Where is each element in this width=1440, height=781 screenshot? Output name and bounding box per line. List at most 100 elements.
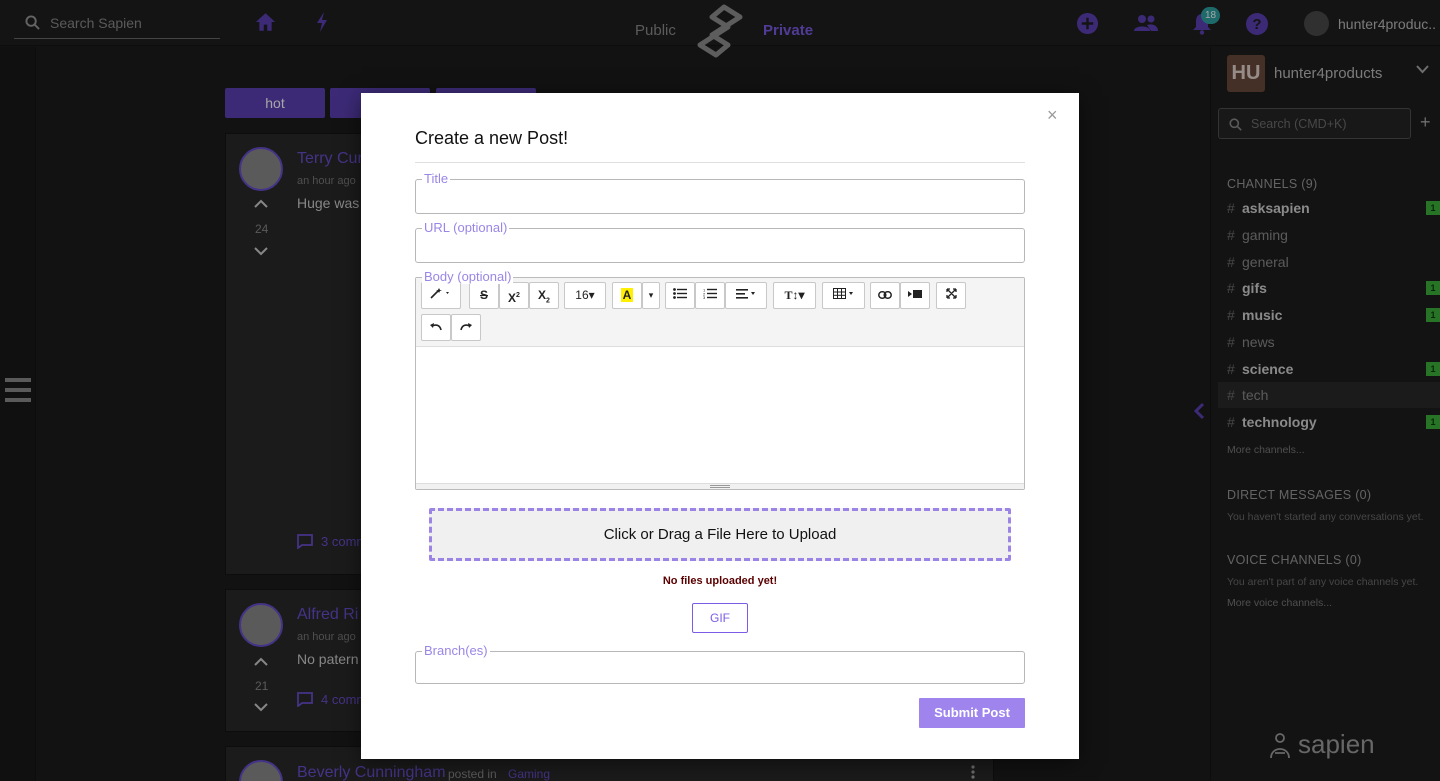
url-field[interactable]: URL (optional): [415, 220, 1025, 263]
sidebar-channel-music[interactable]: # music 1: [1218, 302, 1440, 328]
upvote-icon[interactable]: [254, 656, 268, 666]
magic-format-button[interactable]: [421, 282, 461, 309]
magic-wand-icon: [430, 288, 449, 299]
post-author[interactable]: Alfred Ri: [297, 606, 358, 624]
body-editor[interactable]: S X2 X2 16▾ A ▾ 123 T↕▾ Body (optional): [415, 269, 1025, 490]
title-input[interactable]: [422, 184, 1016, 210]
hash-icon: #: [1227, 253, 1235, 270]
url-input[interactable]: [422, 233, 1016, 259]
channel-label: general: [1242, 253, 1289, 270]
bullet-list-button[interactable]: [665, 282, 695, 309]
branches-input[interactable]: [422, 656, 1016, 682]
subscript-button[interactable]: X2: [529, 282, 559, 309]
numbered-list-icon: 123: [703, 288, 717, 300]
sidebar-channel-news[interactable]: # news: [1218, 329, 1440, 355]
team-avatar[interactable]: HU: [1227, 55, 1265, 92]
sidebar-channel-asksapien[interactable]: # asksapien 1: [1218, 195, 1440, 221]
more-channels-link[interactable]: More channels...: [1227, 444, 1305, 456]
team-name[interactable]: hunter4products: [1274, 65, 1382, 82]
notification-badge: 18: [1201, 7, 1220, 24]
brand-name: sapien: [1298, 729, 1375, 759]
add-circle-icon[interactable]: [1076, 12, 1099, 35]
channel-label: science: [1242, 360, 1294, 377]
hash-icon: #: [1227, 333, 1235, 350]
lightning-icon[interactable]: [315, 11, 329, 33]
create-post-modal: Create a new Post! × Title URL (optional…: [361, 93, 1079, 759]
global-search-input[interactable]: Search Sapien: [14, 8, 220, 39]
voice-channels-header: VOICE CHANNELS (0): [1227, 553, 1362, 567]
body-label: Body (optional): [422, 269, 514, 284]
font-size-select[interactable]: 16▾: [564, 282, 606, 309]
downvote-icon[interactable]: [254, 703, 268, 713]
title-field[interactable]: Title: [415, 171, 1025, 214]
upvote-icon[interactable]: [254, 198, 268, 208]
resize-handle[interactable]: [416, 483, 1024, 489]
numbered-list-button[interactable]: 123: [695, 282, 725, 309]
strikethrough-button[interactable]: S: [469, 282, 499, 309]
sidebar-channel-technology[interactable]: # technology 1: [1218, 409, 1440, 435]
highlight-color-dropdown[interactable]: ▾: [642, 282, 660, 309]
fullscreen-icon: [945, 288, 957, 299]
channel-label: music: [1242, 307, 1283, 323]
add-channel-icon[interactable]: +: [1420, 112, 1431, 133]
tab-public[interactable]: Public: [635, 22, 676, 39]
file-upload-dropzone[interactable]: Click or Drag a File Here to Upload: [429, 508, 1011, 561]
link-button[interactable]: [870, 282, 900, 309]
sidebar-channel-general[interactable]: # general: [1218, 249, 1440, 275]
highlight-color-button[interactable]: A: [612, 282, 642, 309]
downvote-icon[interactable]: [254, 247, 268, 257]
post-author[interactable]: Beverly Cunningham: [297, 764, 446, 781]
post-channel-link[interactable]: Gaming: [508, 767, 550, 781]
sidebar-channel-tech[interactable]: # tech: [1218, 382, 1440, 409]
redo-button[interactable]: [451, 314, 481, 341]
more-options-icon[interactable]: [971, 765, 975, 779]
sidebar-channel-science[interactable]: # science 1: [1218, 356, 1440, 382]
align-button[interactable]: [725, 282, 767, 309]
media-button[interactable]: [900, 282, 930, 309]
comment-icon[interactable]: [297, 534, 313, 549]
post-author[interactable]: Terry Cur: [297, 150, 363, 168]
more-voice-channels-link[interactable]: More voice channels...: [1227, 597, 1332, 609]
help-icon[interactable]: ?: [1245, 12, 1269, 36]
highlight-a-icon: A: [620, 288, 634, 302]
home-icon[interactable]: [255, 12, 276, 32]
media-icon: [908, 290, 922, 298]
comment-icon[interactable]: [297, 692, 313, 707]
branches-field[interactable]: Branch(es): [415, 643, 1025, 684]
text-style-button[interactable]: T↕▾: [773, 282, 816, 309]
close-icon[interactable]: ×: [1047, 105, 1058, 126]
undo-button[interactable]: [421, 314, 451, 341]
chevron-down-icon[interactable]: [1416, 65, 1429, 74]
channel-label: asksapien: [1242, 200, 1310, 216]
search-icon: [1229, 118, 1242, 131]
avatar[interactable]: [239, 603, 283, 647]
link-icon: [878, 291, 892, 299]
hamburger-menu-icon[interactable]: [5, 376, 31, 404]
voice-empty-note: You aren't part of any voice channels ye…: [1227, 576, 1419, 588]
sidebar-search-input[interactable]: Search (CMD+K): [1218, 108, 1411, 139]
post-body[interactable]: No patern: [297, 651, 358, 667]
sort-hot-button[interactable]: hot: [225, 88, 325, 118]
superscript-button[interactable]: X2: [499, 282, 529, 309]
divider: [415, 162, 1025, 163]
vote-count: 24: [255, 222, 269, 236]
sapien-logo-icon[interactable]: [694, 3, 746, 59]
people-icon[interactable]: [1133, 14, 1159, 32]
submit-post-button[interactable]: Submit Post: [919, 698, 1025, 728]
unread-badge: 1: [1426, 361, 1440, 376]
avatar[interactable]: [239, 147, 283, 191]
sidebar-channel-gifs[interactable]: # gifs 1: [1218, 275, 1440, 301]
sidebar-channel-gaming[interactable]: # gaming: [1218, 222, 1440, 248]
gif-button[interactable]: GIF: [692, 603, 748, 633]
post-body[interactable]: Huge was: [297, 195, 359, 211]
table-button[interactable]: [822, 282, 865, 309]
tab-private[interactable]: Private: [763, 22, 813, 39]
global-search-placeholder: Search Sapien: [50, 15, 142, 31]
channel-label: news: [1242, 333, 1275, 350]
editor-content[interactable]: [416, 348, 1024, 484]
avatar[interactable]: [239, 760, 283, 781]
svg-text:?: ?: [1252, 16, 1261, 33]
avatar: [1304, 11, 1329, 36]
fullscreen-button[interactable]: [936, 282, 966, 309]
collapse-sidebar-icon[interactable]: [1193, 402, 1205, 420]
